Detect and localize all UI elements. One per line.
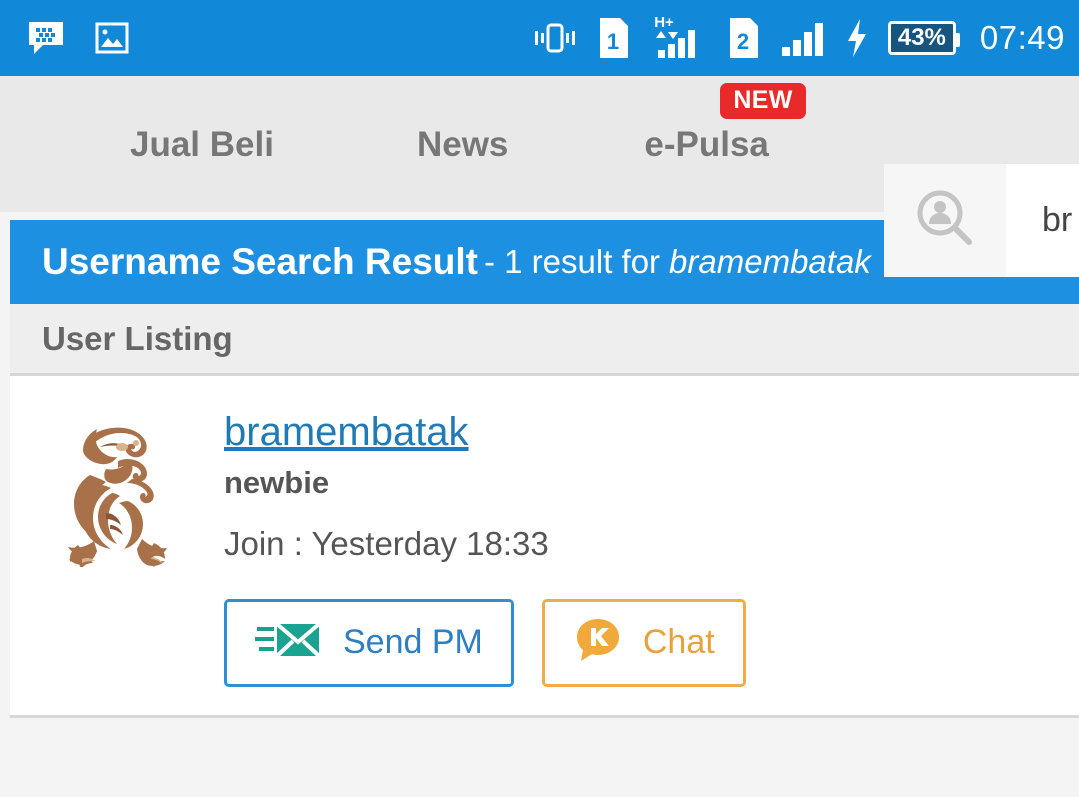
clock-label: 07:49 (979, 19, 1065, 56)
vibrate-icon (532, 18, 578, 58)
search-result-query: bramembatak (669, 243, 871, 280)
svg-text:H+: H+ (654, 14, 674, 31)
charging-bolt-icon (844, 17, 870, 59)
chat-button[interactable]: Chat (541, 598, 746, 687)
user-search-icon (911, 184, 979, 257)
gallery-image-icon (92, 18, 132, 58)
svg-text:1: 1 (607, 29, 619, 54)
username-link[interactable]: bramembatak (224, 410, 746, 455)
tab-e-pulsa-label: e-Pulsa (644, 124, 769, 164)
signal-bars-icon (778, 16, 826, 60)
svg-text:2: 2 (737, 29, 749, 54)
tab-news-label: News (416, 124, 509, 164)
kaskus-chat-bubble-icon (573, 615, 623, 670)
status-bar-left-icons (26, 18, 132, 58)
user-listing-heading-label: User Listing (42, 319, 233, 357)
envelope-send-icon (255, 616, 321, 669)
search-bar: br (884, 164, 1079, 277)
avatar[interactable] (42, 416, 194, 568)
battery-indicator: 43% (887, 21, 960, 55)
search-result-title: Username Search Result (42, 241, 478, 282)
status-bar: 1 H+ 2 43% 07:49 (0, 0, 1079, 76)
hplus-signal-icon: H+ (648, 14, 708, 62)
user-search-button[interactable] (884, 164, 1006, 277)
dragon-statue-avatar (68, 427, 167, 567)
user-listing-heading: User Listing (10, 304, 1079, 376)
sim1-card-icon: 1 (596, 16, 630, 60)
tab-news[interactable]: News (407, 127, 518, 162)
chat-label: Chat (642, 623, 715, 662)
status-bar-right-icons: 1 H+ 2 43% 07:49 (532, 14, 1065, 62)
send-pm-label: Send PM (343, 623, 483, 662)
search-result-count: - 1 result for (483, 243, 661, 280)
user-info: bramembatak newbie Join : Yesterday 18:3… (224, 398, 746, 687)
user-action-buttons: Send PM Chat (224, 598, 746, 687)
tab-e-pulsa[interactable]: NEW e-Pulsa (634, 82, 806, 164)
user-title-label: newbie (224, 464, 330, 500)
user-join-date: Join : Yesterday 18:33 (224, 524, 549, 562)
tab-bar: Jual Beli News NEW e-Pulsa br (0, 76, 1079, 277)
bbm-message-icon (26, 18, 66, 58)
battery-percent-label: 43% (897, 24, 946, 51)
tab-jual-beli[interactable]: Jual Beli (120, 127, 284, 162)
user-result-row: bramembatak newbie Join : Yesterday 18:3… (10, 376, 1079, 718)
search-input[interactable]: br (1006, 164, 1079, 277)
new-badge: NEW (720, 82, 806, 119)
send-pm-button[interactable]: Send PM (224, 598, 514, 687)
tab-jual-beli-label: Jual Beli (130, 124, 274, 164)
sim2-card-icon: 2 (726, 16, 760, 60)
